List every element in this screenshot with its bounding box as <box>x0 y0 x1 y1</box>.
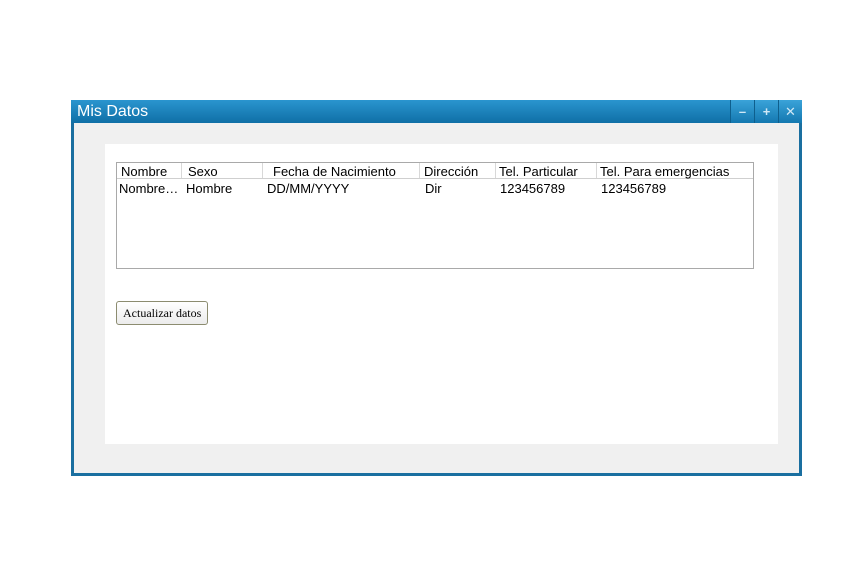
window-title: Mis Datos <box>77 103 149 120</box>
maximize-icon[interactable]: + <box>754 100 778 123</box>
cell-nombre: Nombre… <box>119 181 179 196</box>
column-header-tel-emergencias[interactable]: Tel. Para emergencias <box>600 164 750 179</box>
minimize-icon[interactable]: – <box>730 100 754 123</box>
actualizar-datos-button[interactable]: Actualizar datos <box>116 301 209 325</box>
cell-tel-particular: 123456789 <box>500 181 566 196</box>
column-header-tel-particular[interactable]: Tel. Particular <box>499 164 594 179</box>
cell-fecha: DD/MM/YYYY <box>267 181 350 196</box>
column-separator[interactable] <box>495 163 496 178</box>
mis-datos-window: Mis Datos – + ✕ Nombre Sexo Fecha de Nac… <box>71 100 802 476</box>
cell-sexo: Hombre <box>186 181 233 196</box>
column-header-sexo[interactable]: Sexo <box>188 164 258 179</box>
column-separator[interactable] <box>419 163 420 178</box>
column-header-fecha[interactable]: Fecha de Nacimiento <box>273 164 418 179</box>
table-header: Nombre Sexo Fecha de Nacimiento Direcció… <box>117 163 753 179</box>
column-header-direccion[interactable]: Dirección <box>424 164 494 179</box>
cell-tel-emergencias: 123456789 <box>601 181 667 196</box>
cell-direccion: Dir <box>425 181 442 196</box>
content-panel: Nombre Sexo Fecha de Nacimiento Direcció… <box>105 144 778 444</box>
column-header-nombre[interactable]: Nombre <box>121 164 179 179</box>
column-separator[interactable] <box>596 163 597 178</box>
close-icon[interactable]: ✕ <box>778 100 802 123</box>
datos-table[interactable]: Nombre Sexo Fecha de Nacimiento Direcció… <box>116 162 754 269</box>
column-separator[interactable] <box>262 163 263 178</box>
column-separator[interactable] <box>181 163 182 178</box>
title-bar[interactable]: Mis Datos – + ✕ <box>71 100 802 123</box>
window-controls: – + ✕ <box>730 100 802 123</box>
